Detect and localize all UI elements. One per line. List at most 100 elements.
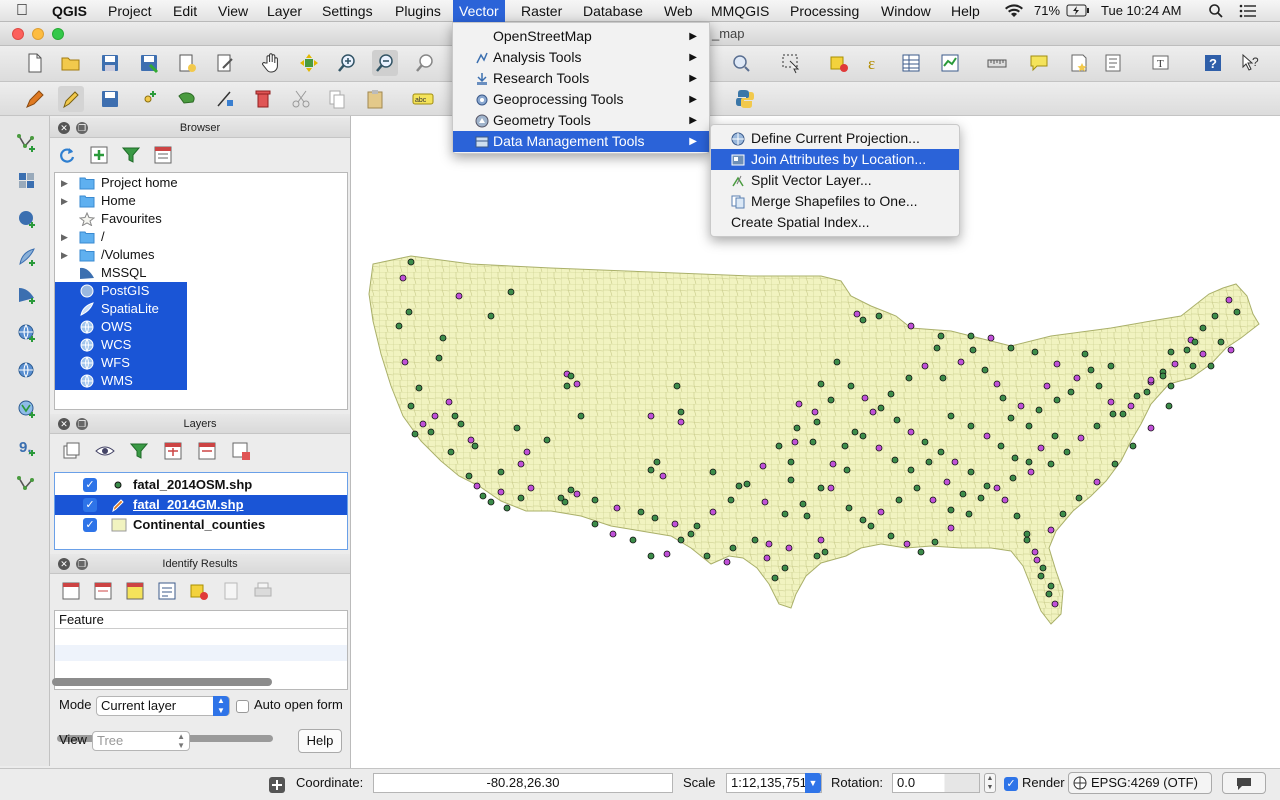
notification-center-icon[interactable] <box>1239 0 1257 22</box>
coordinate-field[interactable]: -80.28,26.30 <box>373 773 673 793</box>
save-project-icon[interactable] <box>97 50 123 76</box>
menu-web[interactable]: Web <box>658 0 699 22</box>
menu-database[interactable]: Database <box>577 0 649 22</box>
menu-app-name[interactable]: QGIS <box>46 0 93 22</box>
menu-item[interactable]: Research Tools ▶ <box>453 68 709 89</box>
add-delimited-text-icon[interactable]: 9, <box>14 434 40 460</box>
crs-button[interactable]: EPSG:4269 (OTF) <box>1068 772 1212 794</box>
open-form-icon[interactable] <box>154 578 180 604</box>
open-project-icon[interactable] <box>58 50 84 76</box>
add-feature-icon[interactable] <box>136 86 162 112</box>
browser-item[interactable]: ▶ Home <box>55 192 335 210</box>
battery-icon[interactable] <box>1066 0 1090 22</box>
zoom-native-icon[interactable] <box>412 50 438 76</box>
visibility-eye-icon[interactable] <box>92 438 118 464</box>
rotation-stepper[interactable]: ▲ ▼ <box>984 773 996 793</box>
measure-line-icon[interactable] <box>984 50 1010 76</box>
browser-item[interactable]: ▶ /Volumes <box>55 246 335 264</box>
menu-mmqgis[interactable]: MMQGIS <box>705 0 775 22</box>
layer-styling-icon[interactable] <box>58 438 84 464</box>
browser-item[interactable]: SpatiaLite <box>55 300 187 318</box>
add-selected-layers-icon[interactable] <box>86 142 112 168</box>
add-wcs-layer-icon[interactable] <box>14 358 40 384</box>
remove-layer-icon[interactable] <box>228 438 254 464</box>
add-wms-layer-icon[interactable] <box>14 320 40 346</box>
composer-manager-icon[interactable] <box>212 50 238 76</box>
expand-tree-icon[interactable] <box>58 578 84 604</box>
select-features-icon[interactable] <box>778 50 804 76</box>
expand-new-results-icon[interactable] <box>122 578 148 604</box>
collapse-all-icon[interactable] <box>150 142 176 168</box>
pan-to-selection-icon[interactable] <box>296 50 322 76</box>
toggle-extents-icon[interactable] <box>264 772 290 798</box>
menu-item[interactable]: Split Vector Layer... <box>711 170 959 191</box>
close-panel-icon[interactable]: ✕ <box>58 418 70 430</box>
float-panel-icon[interactable]: ❐ <box>76 558 88 570</box>
float-panel-icon[interactable]: ❐ <box>76 418 88 430</box>
cut-features-icon[interactable] <box>288 86 314 112</box>
close-panel-icon[interactable]: ✕ <box>58 122 70 134</box>
browser-item[interactable]: WMS <box>55 372 187 390</box>
close-window-button[interactable] <box>12 28 24 40</box>
apple-icon[interactable]:  <box>10 0 34 22</box>
rotation-field[interactable]: 0.0 <box>892 773 980 793</box>
python-console-icon[interactable] <box>732 86 758 112</box>
menu-help[interactable]: Help <box>945 0 986 22</box>
node-tool-icon[interactable] <box>212 86 238 112</box>
expand-arrow-icon[interactable]: ▶ <box>61 246 68 264</box>
minimize-window-button[interactable] <box>32 28 44 40</box>
menu-item[interactable]: Define Current Projection... <box>711 128 959 149</box>
render-checkbox[interactable]: ✓ <box>1004 777 1018 791</box>
messages-button[interactable] <box>1222 772 1266 794</box>
menu-raster[interactable]: Raster <box>515 0 568 22</box>
horizontal-scrollbar-thumb[interactable] <box>52 678 272 686</box>
add-raster-layer-icon[interactable] <box>14 168 40 194</box>
feature-column-header[interactable]: Feature <box>55 611 347 629</box>
toggle-editing-icon[interactable] <box>58 86 84 112</box>
whats-this-icon[interactable]: ? <box>1238 50 1264 76</box>
zoom-in-icon[interactable] <box>334 50 360 76</box>
add-vector-layer-icon[interactable] <box>14 130 40 156</box>
menu-item[interactable]: Data Management Tools ▶ <box>453 131 709 152</box>
browser-item[interactable]: OWS <box>55 318 187 336</box>
expand-all-icon[interactable] <box>160 438 186 464</box>
help-contents-icon[interactable]: ? <box>1200 50 1226 76</box>
menu-window[interactable]: Window <box>875 0 937 22</box>
menu-vector[interactable]: Vector <box>453 0 505 22</box>
pan-map-icon[interactable] <box>258 50 284 76</box>
copy-results-icon[interactable] <box>218 578 244 604</box>
zoom-out-icon[interactable] <box>372 50 398 76</box>
view-select[interactable]: Tree ▲ ▼ <box>92 731 190 751</box>
close-panel-icon[interactable]: ✕ <box>58 558 70 570</box>
layer-visibility-checkbox[interactable]: ✓ <box>83 518 97 532</box>
new-bookmark-icon[interactable] <box>1066 50 1092 76</box>
menu-edit[interactable]: Edit <box>167 0 203 22</box>
layer-item[interactable]: ✓ Continental_counties <box>55 515 347 535</box>
identify-features-icon[interactable] <box>728 50 754 76</box>
expression-select-icon[interactable]: ε <box>862 50 888 76</box>
float-panel-icon[interactable]: ❐ <box>76 122 88 134</box>
menu-item[interactable]: Analysis Tools ▶ <box>453 47 709 68</box>
scale-field[interactable]: 1:12,135,751 ▼ <box>726 773 822 793</box>
wifi-icon[interactable] <box>1004 0 1024 22</box>
new-shapefile-layer-icon[interactable] <box>14 472 40 498</box>
text-annotation-icon[interactable]: T <box>1148 50 1174 76</box>
filter-legend-icon[interactable] <box>126 438 152 464</box>
zoom-window-button[interactable] <box>52 28 64 40</box>
map-tips-icon[interactable] <box>1026 50 1052 76</box>
clear-results-icon[interactable] <box>186 578 212 604</box>
mode-select[interactable]: Current layer ▲ ▼ <box>96 696 230 716</box>
attribute-table-icon[interactable] <box>898 50 924 76</box>
add-spatialite-layer-icon[interactable] <box>14 244 40 270</box>
menu-item[interactable]: Geometry Tools ▶ <box>453 110 709 131</box>
copy-features-icon[interactable] <box>324 86 350 112</box>
browser-item[interactable]: ▶ Project home <box>55 174 335 192</box>
delete-selected-icon[interactable] <box>250 86 276 112</box>
print-results-icon[interactable] <box>250 578 276 604</box>
help-button[interactable]: Help <box>298 729 342 753</box>
layer-visibility-checkbox[interactable]: ✓ <box>83 498 97 512</box>
browser-item[interactable]: WCS <box>55 336 187 354</box>
menu-item[interactable]: Join Attributes by Location... <box>711 149 959 170</box>
menu-item[interactable]: Create Spatial Index... <box>711 212 959 233</box>
menu-item[interactable]: OpenStreetMap ▶ <box>453 26 709 47</box>
